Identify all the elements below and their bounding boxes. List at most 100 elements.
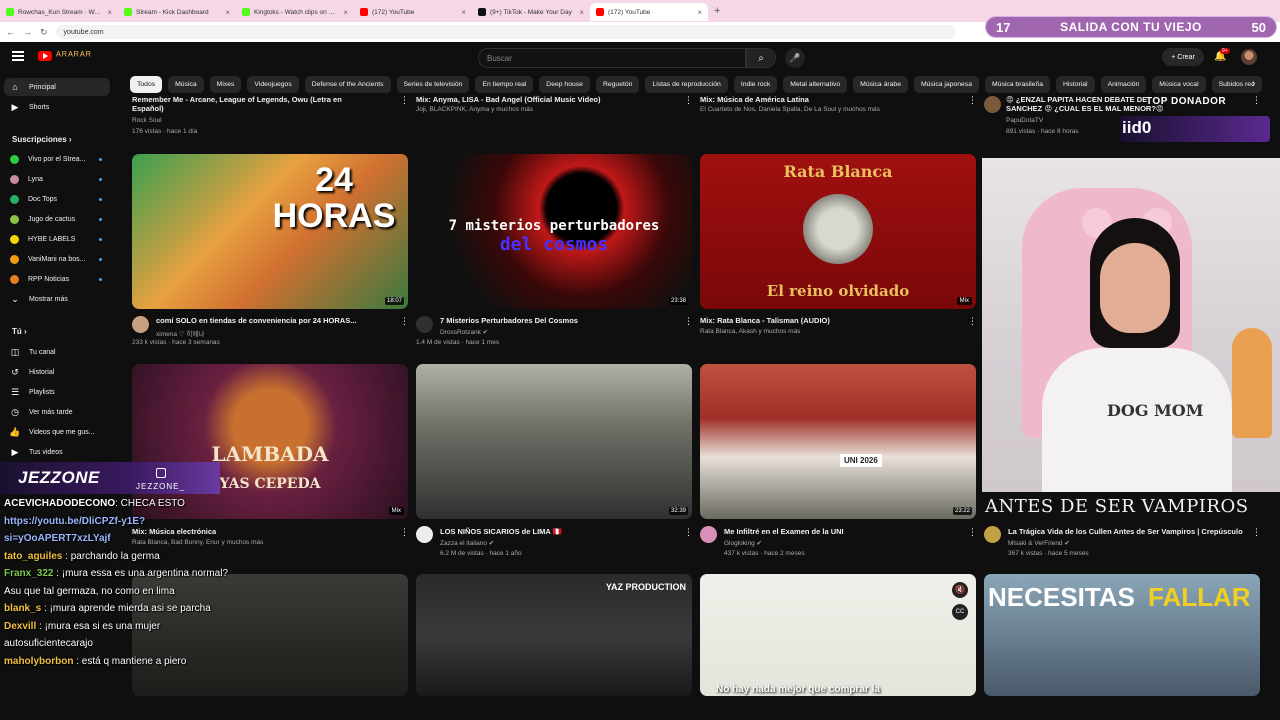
filter-chip[interactable]: Música árabe [853,76,908,93]
more-options-icon[interactable]: ⋮ [400,316,409,327]
video-thumbnail[interactable]: Rata Blanca El reino olvidado Mix [700,154,976,309]
mute-icon[interactable]: 🔇 [952,582,968,598]
video-thumbnail[interactable]: NECESITAS FALLAR [984,574,1260,696]
video-title[interactable]: Mix: Anyma, LISA - Bad Angel (Official M… [416,95,664,104]
voice-search-button[interactable]: 🎤 [785,48,805,68]
forward-icon[interactable]: → [23,27,32,37]
sidebar-item[interactable]: ⌄ Mostrar más [10,290,110,308]
reload-icon[interactable]: ↻ [40,27,48,38]
more-options-icon[interactable]: ⋮ [968,316,977,327]
filter-chip[interactable]: En tiempo real [475,76,534,93]
sidebar-item[interactable]: Jugo de cactus [10,210,110,228]
you-heading[interactable]: Tú › [12,327,27,336]
video-thumbnail[interactable]: No hay nada mejor que comprar la 🔇 CC [700,574,976,696]
filter-chip[interactable]: Series de televisión [396,76,470,93]
url-field[interactable]: youtube.com [55,25,956,39]
filter-chip[interactable]: Mixes [209,76,242,93]
create-button[interactable]: + Crear [1162,48,1204,66]
search-button[interactable]: ⌕ [746,48,776,68]
browser-tab[interactable]: Stream - Kick Dashboard × [118,3,236,21]
filter-chip[interactable]: Música vocal [1152,76,1206,93]
sidebar-item[interactable]: VaniMani na bos... [10,250,110,268]
more-options-icon[interactable]: ⋮ [968,527,977,538]
browser-tab[interactable]: (172) YouTube × [590,3,708,21]
browser-tab[interactable]: (9+) TikTok - Make Your Day × [472,3,590,21]
filter-chip[interactable]: Deep house [539,76,590,93]
video-thumbnail[interactable]: YAZ PRODUCTION [416,574,692,696]
browser-tab[interactable]: Rowchas_Kun Stream · Watch L...× [0,3,118,21]
sidebar-item[interactable]: 👍 Videos que me gus... [9,423,110,441]
captions-icon[interactable]: CC [952,604,968,620]
filter-chip[interactable]: Animación [1100,76,1147,93]
chevron-right-icon[interactable]: › [1252,78,1255,89]
youtube-logo-icon[interactable] [38,51,52,61]
video-thumbnail[interactable]: UNI 2026 23:22 [700,364,976,519]
channel-avatar[interactable] [132,316,149,333]
close-icon[interactable]: × [697,8,702,17]
avatar[interactable] [1241,49,1257,65]
filter-chip[interactable]: Música [168,76,204,93]
video-thumbnail[interactable]: 7 misterios perturbadores del cosmos 23:38 [416,154,692,309]
close-icon[interactable]: × [579,8,584,17]
more-options-icon[interactable]: ⋮ [1252,527,1261,538]
new-tab-button[interactable]: + [714,5,720,17]
filter-chip[interactable]: Reguetón [595,76,640,93]
video-title[interactable]: 7 Misterios Perturbadores Del Cosmos [440,316,680,325]
filter-chip[interactable]: Música japonesa [913,76,979,93]
sidebar-item[interactable]: RPP Noticias [10,270,110,288]
filter-chip[interactable]: Indie rock [733,76,778,93]
close-icon[interactable]: × [461,8,466,17]
sidebar-item[interactable]: ↺ Historial [10,363,110,381]
video-title[interactable]: Mix: Rata Blanca - Talisman (AUDIO) [700,316,940,325]
video-title[interactable]: Español) [132,104,380,113]
sidebar-item[interactable]: Vivo por el Strea... [10,150,110,168]
filter-chip[interactable]: Todos [130,76,163,93]
video-thumbnail[interactable]: 32:39 [416,364,692,519]
filter-chip[interactable]: Música brasileña [985,76,1050,93]
channel-avatar[interactable] [700,526,717,543]
youtube-logo-text[interactable]: ᴬᴿᴬᴿᴬᴿ [56,50,92,62]
back-icon[interactable]: ← [6,27,15,37]
channel-avatar[interactable] [984,96,1001,113]
top-donor-label: TOP DONADOR [1146,96,1227,107]
filter-chip[interactable]: Videojuegos [247,76,299,93]
sidebar-item[interactable]: Doc Tops [10,190,110,208]
sidebar-item[interactable]: ▶ Shorts [10,98,110,116]
more-options-icon[interactable]: ⋮ [400,95,409,106]
sidebar-item[interactable]: ◫ Tu canal [10,343,110,361]
video-title[interactable]: LOS NIÑOS SICARIOS de LIMA 🇵🇪 [440,527,686,536]
sidebar-item[interactable]: Lyna [10,170,110,188]
filter-chip[interactable]: Metal alternativo [783,76,848,93]
close-icon[interactable]: × [107,8,112,17]
more-options-icon[interactable]: ⋮ [968,95,977,106]
browser-tab[interactable]: (172) YouTube × [354,3,472,21]
video-title[interactable]: Me Infiltré en el Examen de la UNI [724,527,970,536]
sidebar-item[interactable]: HYBE LABELS [10,230,110,248]
subscriptions-heading[interactable]: Suscripciones › [12,135,72,144]
video-title[interactable]: Mix: Música de América Latina [700,95,948,104]
filter-chip[interactable]: Historial [1056,76,1095,93]
more-options-icon[interactable]: ⋮ [684,527,693,538]
filter-chip[interactable]: Listas de reproducción [645,76,728,93]
more-options-icon[interactable]: ⋮ [684,95,693,106]
channel-avatar[interactable] [416,316,433,333]
more-options-icon[interactable]: ⋮ [684,316,693,327]
channel-avatar[interactable] [984,526,1001,543]
sidebar-item[interactable]: ▶ Tus videos [10,443,110,461]
sidebar-item[interactable]: ☰ Playlists [10,383,110,401]
channel-avatar[interactable] [416,526,433,543]
menu-icon[interactable] [12,51,24,61]
more-options-icon[interactable]: ⋮ [1252,95,1261,106]
video-title[interactable]: La Trágica Vida de los Cullen Antes de S… [1008,527,1254,536]
more-options-icon[interactable]: ⋮ [400,527,409,538]
close-icon[interactable]: × [343,8,348,17]
close-icon[interactable]: × [225,8,230,17]
browser-tab[interactable]: Kingtoks - Watch clips on Kick × [236,3,354,21]
video-title[interactable]: comí SOLO en tiendas de conveniencia por… [156,316,396,325]
video-thumbnail[interactable]: 24 HORAS 18:07 [132,154,408,309]
sidebar-item[interactable]: ⌂ Principal [4,78,110,96]
video-title[interactable]: Remember Me - Arcane, League of Legends,… [132,95,380,104]
sidebar-item[interactable]: ◷ Ver más tarde [10,403,110,421]
search-input[interactable]: Buscar [478,48,746,68]
filter-chip[interactable]: Defense of the Ancients [304,76,391,93]
